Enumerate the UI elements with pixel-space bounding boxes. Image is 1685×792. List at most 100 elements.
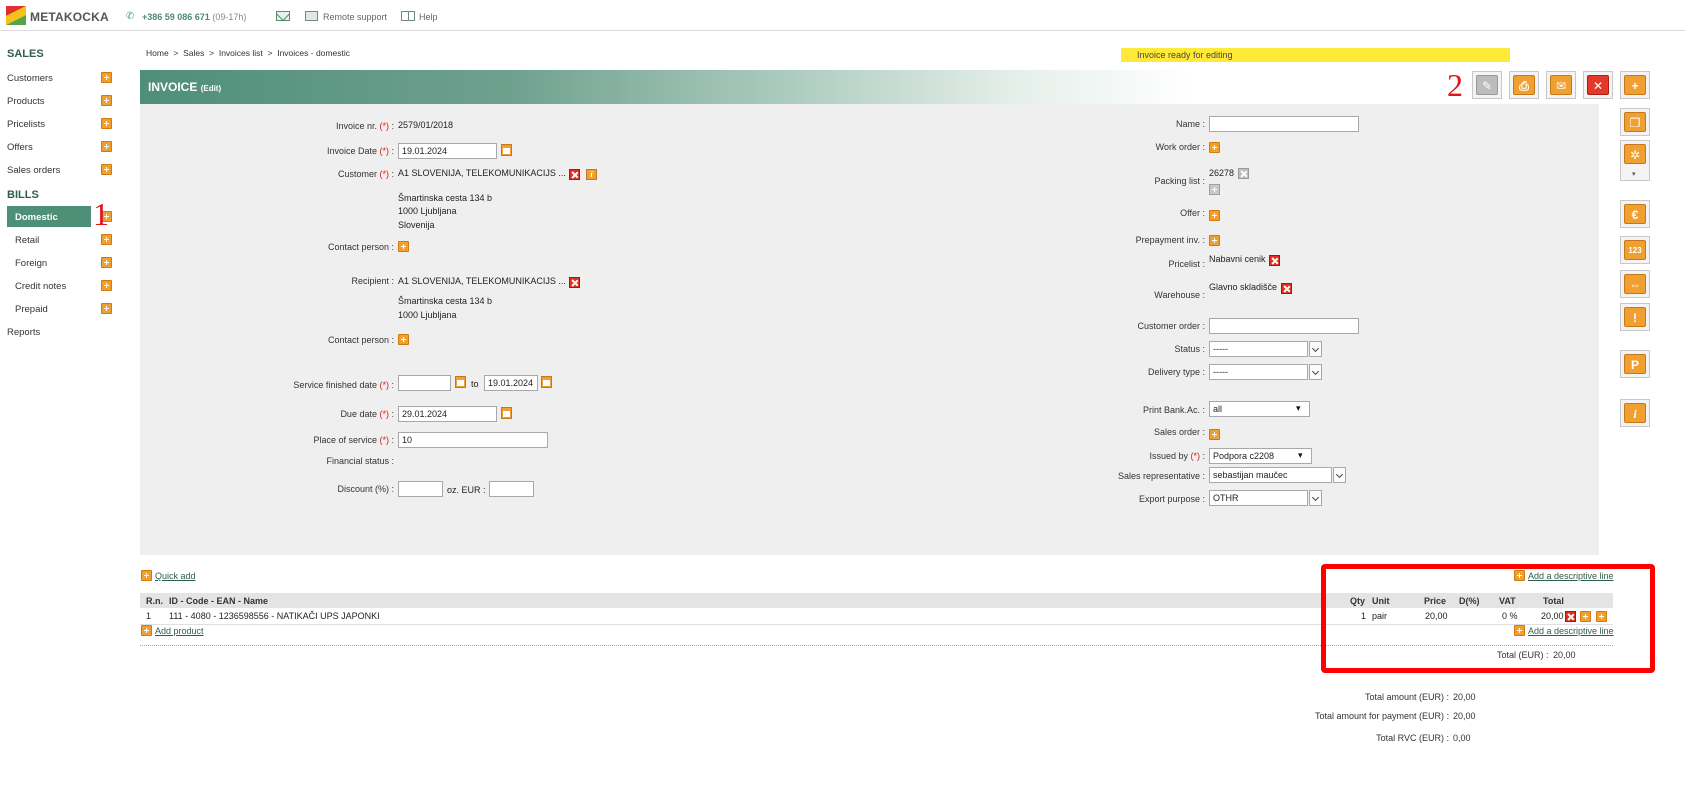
delivery-type-select[interactable]: ----- bbox=[1209, 364, 1308, 380]
discount-percent-field[interactable] bbox=[398, 481, 443, 497]
chevron-down-icon[interactable]: ▾ bbox=[1298, 450, 1303, 461]
book-icon[interactable] bbox=[401, 11, 415, 21]
customer-address-line: 1000 Ljubljana bbox=[398, 206, 457, 216]
invoice-nr-value: 2579/01/2018 bbox=[398, 120, 454, 130]
numbering-button[interactable]: 123 bbox=[1620, 236, 1650, 264]
remove-warehouse-icon[interactable] bbox=[1281, 283, 1292, 294]
calendar-icon[interactable] bbox=[501, 407, 512, 419]
status-message: Invoice ready for editing bbox=[1121, 48, 1510, 62]
remove-pricelist-icon[interactable] bbox=[1269, 255, 1280, 266]
pricelist-value[interactable]: Nabavni cenik bbox=[1209, 254, 1266, 264]
sidebar-item-customers[interactable]: Customers bbox=[7, 73, 53, 84]
invoice-date-field[interactable] bbox=[398, 143, 497, 159]
add-offer-link-icon[interactable] bbox=[1209, 210, 1220, 221]
sidebar-item-pricelists[interactable]: Pricelists bbox=[7, 119, 45, 130]
sidebar-item-credit-notes[interactable]: Credit notes bbox=[15, 281, 66, 292]
remote-support-link[interactable]: Remote support bbox=[323, 12, 387, 22]
place-of-service-field[interactable] bbox=[398, 432, 548, 448]
add-retail-icon[interactable] bbox=[101, 234, 112, 245]
add-product-icon[interactable] bbox=[101, 95, 112, 106]
delivery-type-label: Delivery type : bbox=[1147, 367, 1205, 377]
issued-by-select[interactable]: Podpora c2208 bbox=[1209, 448, 1312, 464]
add-prepayment-icon[interactable] bbox=[1209, 235, 1220, 246]
due-date-field[interactable] bbox=[398, 406, 497, 422]
customer-value[interactable]: A1 SLOVENIJA, TELEKOMUNIKACIJS ... bbox=[398, 168, 566, 178]
sales-representative-select[interactable]: sebastijan maučec bbox=[1209, 467, 1332, 483]
info-button[interactable]: i bbox=[1620, 399, 1650, 427]
add-product-link[interactable]: Add product bbox=[155, 626, 204, 636]
customer-info-icon[interactable]: i bbox=[586, 169, 597, 180]
print-button[interactable]: ⎙ bbox=[1509, 71, 1539, 99]
breadcrumb-sales[interactable]: Sales bbox=[183, 48, 204, 58]
new-invoice-button[interactable]: + bbox=[1620, 71, 1650, 99]
warehouse-value[interactable]: Glavno skladišče bbox=[1209, 282, 1277, 292]
sidebar-item-retail[interactable]: Retail bbox=[15, 235, 39, 246]
recipient-value[interactable]: A1 SLOVENIJA, TELEKOMUNIKACIJS ... bbox=[398, 276, 566, 286]
service-to-field[interactable] bbox=[484, 375, 538, 391]
sidebar-item-offers[interactable]: Offers bbox=[7, 142, 33, 153]
chevron-down-icon[interactable] bbox=[1333, 467, 1346, 483]
mail-icon[interactable] bbox=[276, 11, 290, 21]
packing-list-value[interactable]: 26278 bbox=[1209, 168, 1234, 178]
calendar-icon[interactable] bbox=[541, 376, 552, 388]
issued-by-label: Issued by (*) : bbox=[1149, 451, 1205, 461]
customer-order-field[interactable] bbox=[1209, 318, 1359, 334]
breadcrumb-home[interactable]: Home bbox=[146, 48, 169, 58]
add-contact-person-icon[interactable] bbox=[398, 241, 409, 252]
add-product-row-icon[interactable] bbox=[141, 625, 152, 636]
logo-text[interactable]: METAKOCKA bbox=[30, 10, 109, 24]
sidebar-item-prepaid[interactable]: Prepaid bbox=[15, 304, 48, 315]
gear-icon: ✲ bbox=[1624, 144, 1646, 164]
chevron-down-icon[interactable]: ▾ bbox=[1296, 403, 1301, 414]
settings-button[interactable]: ✲ ▾ bbox=[1620, 140, 1650, 181]
add-offer-icon[interactable] bbox=[101, 141, 112, 152]
discount-eur-field[interactable] bbox=[489, 481, 534, 497]
alert-button[interactable]: ! bbox=[1620, 303, 1650, 331]
add-credit-note-icon[interactable] bbox=[101, 280, 112, 291]
remove-customer-icon[interactable] bbox=[569, 169, 580, 180]
plus-icon: + bbox=[1624, 75, 1646, 95]
add-sales-order-link-icon[interactable] bbox=[1209, 429, 1220, 440]
quick-add-link[interactable]: Quick add bbox=[155, 571, 196, 581]
add-prepaid-icon[interactable] bbox=[101, 303, 112, 314]
sidebar-item-domestic-label[interactable]: Domestic bbox=[15, 212, 58, 223]
copy-button[interactable]: ❐ bbox=[1620, 108, 1650, 136]
chevron-down-icon[interactable] bbox=[1309, 490, 1322, 506]
calendar-icon[interactable] bbox=[501, 144, 512, 156]
add-packing-list-icon[interactable] bbox=[1209, 184, 1220, 195]
add-pricelist-icon[interactable] bbox=[101, 118, 112, 129]
help-link[interactable]: Help bbox=[419, 12, 438, 22]
invoice-nr-label: Invoice nr. (*) : bbox=[335, 121, 394, 131]
export-purpose-select[interactable]: OTHR bbox=[1209, 490, 1308, 506]
split-button[interactable]: ⇔ bbox=[1620, 270, 1650, 298]
remove-recipient-icon[interactable] bbox=[569, 277, 580, 288]
calendar-icon[interactable] bbox=[455, 376, 466, 388]
name-field[interactable] bbox=[1209, 116, 1359, 132]
sidebar-item-foreign[interactable]: Foreign bbox=[15, 258, 47, 269]
sidebar-item-reports[interactable]: Reports bbox=[7, 327, 40, 338]
currency-button[interactable]: € bbox=[1620, 200, 1650, 228]
p-button[interactable]: P bbox=[1620, 350, 1650, 378]
quick-add-icon[interactable] bbox=[141, 570, 152, 581]
service-from-field[interactable] bbox=[398, 375, 451, 391]
breadcrumb-invoices-list[interactable]: Invoices list bbox=[219, 48, 263, 58]
print-bank-select[interactable]: all bbox=[1209, 401, 1310, 417]
status-select[interactable]: ----- bbox=[1209, 341, 1308, 357]
add-work-order-icon[interactable] bbox=[1209, 142, 1220, 153]
delete-button[interactable]: ✕ bbox=[1583, 71, 1613, 99]
remove-packing-list-icon[interactable] bbox=[1238, 168, 1249, 179]
add-customer-icon[interactable] bbox=[101, 72, 112, 83]
email-button[interactable]: ✉ bbox=[1546, 71, 1576, 99]
add-recipient-contact-icon[interactable] bbox=[398, 334, 409, 345]
edit-button[interactable]: ✎ bbox=[1472, 71, 1502, 99]
sidebar-item-products[interactable]: Products bbox=[7, 96, 45, 107]
chevron-down-icon[interactable] bbox=[1309, 364, 1322, 380]
monitor-icon[interactable] bbox=[305, 11, 318, 21]
chevron-down-icon[interactable] bbox=[1309, 341, 1322, 357]
row-product-name[interactable]: 111 - 4080 - 1236598556 - NATIKAČI UPS J… bbox=[169, 611, 380, 621]
add-sales-order-icon[interactable] bbox=[101, 164, 112, 175]
add-foreign-icon[interactable] bbox=[101, 257, 112, 268]
logo-icon[interactable] bbox=[6, 6, 26, 25]
total-payment-label: Total amount for payment (EUR) : bbox=[1314, 711, 1449, 721]
sidebar-item-sales-orders[interactable]: Sales orders bbox=[7, 165, 60, 176]
